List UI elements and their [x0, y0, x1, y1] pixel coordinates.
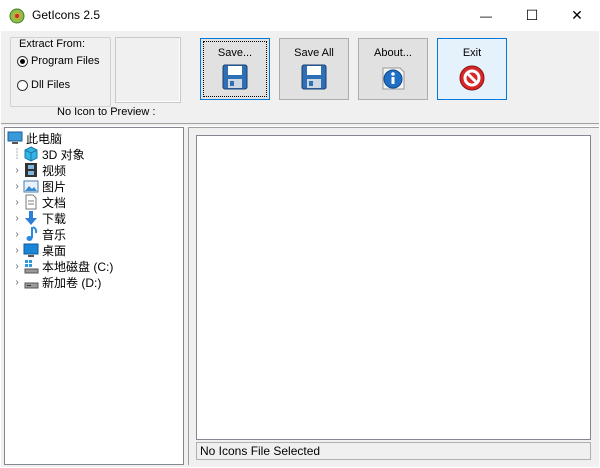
maximize-button[interactable]: ☐	[509, 0, 555, 31]
tree-item-label: 音乐	[42, 227, 67, 242]
tree-item-label: 文档	[42, 195, 67, 210]
tree-item[interactable]: › 文档	[11, 194, 66, 210]
preview-label: No Icon to Preview :	[57, 106, 156, 118]
tree-item[interactable]: ┊ 3D 对象	[11, 146, 85, 162]
tree-item-label: 桌面	[42, 243, 67, 258]
exit-button[interactable]: Exit	[437, 38, 507, 100]
maximize-icon: ☐	[525, 7, 539, 23]
save-all-button-label: Save All	[294, 47, 334, 59]
chevron-right-icon[interactable]: ›	[11, 245, 23, 256]
chevron-right-icon[interactable]: ›	[11, 277, 23, 288]
tree-item[interactable]: › 下载	[11, 210, 66, 226]
close-button[interactable]: ✕	[554, 0, 600, 31]
save-all-button[interactable]: Save All	[279, 38, 349, 100]
cube-icon	[24, 146, 38, 162]
music-note-icon	[26, 226, 38, 241]
title-bar: GetIcons 2.5 — ☐ ✕	[0, 0, 600, 31]
tree-item-label: 图片	[42, 179, 67, 194]
radio-dll-files-label: Dll Files	[31, 79, 71, 91]
computer-icon	[7, 131, 23, 144]
radio-dll-files-indicator[interactable]	[17, 79, 28, 91]
radio-program-files[interactable]: Program Files	[17, 55, 99, 67]
exit-button-label: Exit	[462, 47, 482, 59]
desktop-icon	[23, 243, 39, 257]
chevron-right-icon[interactable]: ›	[11, 181, 23, 192]
icons-panel: No Icons File Selected	[188, 127, 599, 465]
chevron-right-icon[interactable]: ›	[11, 165, 23, 176]
tree-connector: ┊	[13, 148, 21, 160]
chevron-right-icon[interactable]: ›	[11, 261, 23, 272]
window-title: GetIcons 2.5	[32, 8, 101, 22]
picture-icon	[23, 180, 39, 193]
client-area: Extract From: Program Files Dll Files No…	[1, 31, 599, 467]
tree-item[interactable]: › 桌面	[11, 242, 66, 258]
save-button[interactable]: Save...	[200, 38, 270, 100]
about-button-label: About...	[374, 47, 412, 59]
tree-item[interactable]: › 图片	[11, 178, 66, 194]
extract-group-label: Extract From:	[17, 38, 88, 50]
tree-item[interactable]: › 视频	[11, 162, 66, 178]
radio-program-files-indicator[interactable]	[17, 55, 28, 67]
chevron-right-icon[interactable]: ›	[11, 213, 23, 224]
radio-dll-files[interactable]: Dll Files	[17, 79, 70, 91]
tree-item-label: 新加卷 (D:)	[42, 275, 102, 290]
tree-item[interactable]: › 新加卷 (D:)	[11, 274, 101, 290]
tree-item[interactable]: › 本地磁盘 (C:)	[11, 258, 113, 274]
stop-icon	[459, 65, 485, 91]
tree-root-label: 此电脑	[26, 131, 63, 146]
document-icon	[25, 194, 37, 210]
windows-drive-icon	[24, 260, 39, 274]
film-icon	[25, 163, 37, 177]
tree-item-label: 3D 对象	[42, 147, 85, 162]
tree-item-label: 本地磁盘 (C:)	[42, 259, 114, 274]
tree-item[interactable]: › 音乐	[11, 226, 66, 242]
drive-icon	[24, 282, 39, 289]
minimize-button[interactable]: —	[463, 0, 509, 31]
save-button-label: Save...	[217, 47, 253, 59]
info-icon	[382, 67, 405, 90]
download-arrow-icon	[25, 211, 37, 225]
chevron-right-icon[interactable]: ›	[11, 229, 23, 240]
tree-item-label: 下载	[42, 211, 67, 226]
tree-root-this-pc[interactable]: 此电脑	[7, 130, 62, 146]
folder-tree[interactable]: 此电脑 ┊ 3D 对象 › 视频 › 图片 › 文档 › 下载 › 音乐 › 桌…	[4, 127, 184, 465]
icons-list-area[interactable]	[196, 135, 591, 440]
chevron-right-icon[interactable]: ›	[11, 197, 23, 208]
about-button[interactable]: About...	[358, 38, 428, 100]
minimize-icon: —	[480, 8, 492, 23]
app-icon	[9, 8, 25, 24]
radio-program-files-label: Program Files	[31, 55, 100, 67]
status-bar: No Icons File Selected	[196, 442, 591, 460]
floppy-disk-icon	[222, 64, 248, 90]
tree-item-label: 视频	[42, 163, 67, 178]
icon-preview-box	[115, 37, 181, 103]
close-icon: ✕	[571, 7, 583, 23]
floppy-disk-icon	[301, 64, 327, 90]
